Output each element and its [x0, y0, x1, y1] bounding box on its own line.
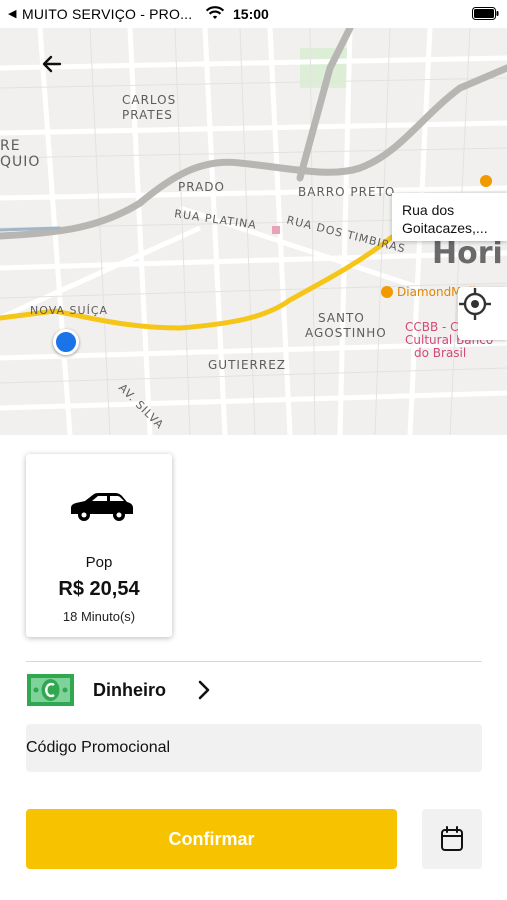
- map-label: SANTO: [318, 311, 365, 325]
- map-label: NOVA SUÍÇA: [30, 304, 109, 317]
- route-map[interactable]: CARLOS PRATES RE QUIO PRADO BARRO PRETO …: [0, 28, 507, 435]
- promo-code-label: Código Promocional: [26, 739, 171, 756]
- confirm-button[interactable]: Confirmar: [26, 809, 397, 869]
- map-label: CCBB - C: [405, 320, 459, 334]
- promo-code-field[interactable]: Código Promocional: [26, 724, 482, 772]
- payment-method-selector[interactable]: Dinheiro: [26, 671, 482, 711]
- status-bar: ◀ MUITO SERVIÇO - PRO... 15:00: [0, 0, 507, 28]
- divider: [26, 661, 482, 662]
- destination-bubble[interactable]: Rua dos Goitacazes,...: [392, 193, 507, 241]
- clock-label: 15:00: [233, 6, 269, 22]
- chevron-right-icon: [197, 679, 211, 706]
- carrier-label: MUITO SERVIÇO - PRO...: [22, 6, 193, 22]
- map-label: RE: [0, 138, 21, 154]
- wifi-icon: [205, 5, 225, 24]
- schedule-button[interactable]: [422, 809, 482, 869]
- origin-pin: [53, 329, 79, 355]
- crosshair-icon: [459, 288, 491, 320]
- ride-eta: 18 Minuto(s): [62, 609, 136, 624]
- payment-method-label: Dinheiro: [93, 680, 167, 700]
- cash-icon: [26, 673, 75, 712]
- ride-name: Pop: [85, 554, 113, 571]
- map-label: BARRO PRETO: [298, 185, 396, 199]
- map-label: PRATES: [122, 108, 173, 122]
- battery-icon: [472, 7, 499, 20]
- back-button[interactable]: [40, 52, 76, 88]
- map-label: Hori: [432, 236, 503, 271]
- map-label: AGOSTINHO: [305, 326, 387, 340]
- map-label: PRADO: [178, 180, 225, 194]
- arrow-left-icon: [42, 55, 62, 73]
- car-icon: [67, 492, 135, 527]
- ride-price: R$ 20,54: [58, 578, 140, 600]
- map-label: QUIO: [0, 154, 41, 170]
- ride-option-card[interactable]: Pop R$ 20,54 18 Minuto(s): [26, 454, 172, 637]
- map-label: do Brasil: [414, 346, 467, 360]
- map-label: CARLOS: [122, 93, 177, 107]
- map-label: GUTIERREZ: [208, 358, 287, 372]
- destination-address: Rua dos Goitacazes,...: [402, 202, 488, 236]
- calendar-icon: [441, 826, 463, 851]
- status-back-icon[interactable]: ◀: [8, 7, 16, 20]
- locate-me-button[interactable]: [458, 287, 507, 340]
